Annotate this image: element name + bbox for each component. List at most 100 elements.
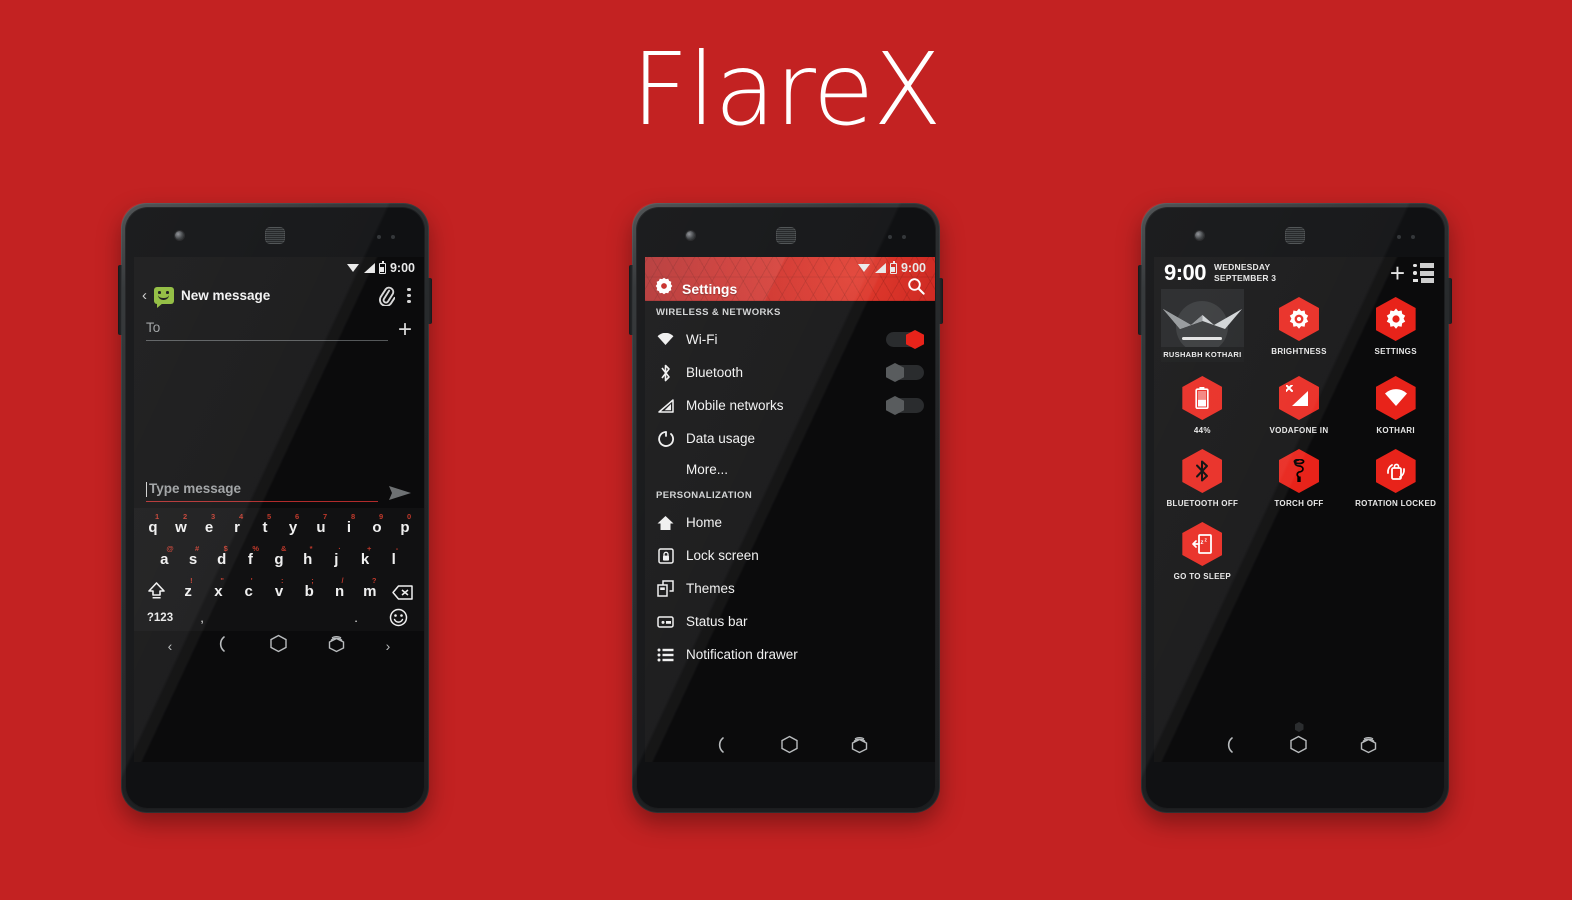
- settings-item-lock-screen[interactable]: Lock screen: [645, 539, 935, 572]
- key-r1-3[interactable]: 4r: [223, 512, 251, 544]
- add-contact-button[interactable]: +: [398, 317, 412, 341]
- phone2-screen: 9:00 Settings WIRELESS & NETWORKS Wi-Fi …: [645, 257, 935, 762]
- add-tile-button[interactable]: +: [1390, 260, 1405, 286]
- section-header: WIRELESS & NETWORKS: [645, 301, 935, 323]
- toggle-wi-fi[interactable]: [886, 330, 924, 349]
- comma-key[interactable]: ,: [181, 610, 223, 625]
- settings-item-more-[interactable]: More...: [645, 455, 935, 484]
- paperclip-icon[interactable]: [377, 286, 395, 306]
- key-r1-9[interactable]: 0p: [391, 512, 419, 544]
- notification-list-icon[interactable]: [1413, 263, 1434, 283]
- wifi-icon: [1375, 376, 1416, 420]
- tile-torch-off[interactable]: TORCH OFF: [1251, 441, 1348, 514]
- on-screen-keyboard[interactable]: 1q2w3e4r5t6y7u8i9o0p @ a # s $ d% f & g * h · j + k - l …: [134, 508, 424, 631]
- key-r1-5[interactable]: 6y: [279, 512, 307, 544]
- user-tile[interactable]: RUSHABH KOTHARI: [1154, 289, 1251, 368]
- power-button[interactable]: [939, 278, 943, 324]
- key-r1-8[interactable]: 9o: [363, 512, 391, 544]
- key-r1-7[interactable]: 8i: [335, 512, 363, 544]
- key-r2-8[interactable]: -l: [379, 544, 408, 576]
- settings-item-themes[interactable]: Themes: [645, 572, 935, 605]
- key-sup: $: [223, 544, 228, 553]
- keyboard-next-button[interactable]: ›: [386, 638, 391, 654]
- signal-icon: [874, 263, 886, 273]
- emoji-icon[interactable]: [377, 608, 419, 627]
- mobile-signal-off-icon: [1278, 376, 1319, 420]
- key-r2-0[interactable]: @ a: [150, 544, 179, 576]
- tile-44-[interactable]: 44%: [1154, 368, 1251, 441]
- back-icon[interactable]: [711, 736, 729, 759]
- key-r3-2[interactable]: ' c: [234, 576, 264, 608]
- key-r2-7[interactable]: + k: [351, 544, 380, 576]
- tile-bluetooth-off[interactable]: BLUETOOTH OFF: [1154, 441, 1251, 514]
- key-r2-4[interactable]: & g: [265, 544, 294, 576]
- power-button[interactable]: [1448, 278, 1452, 324]
- key-r1-4[interactable]: 5t: [251, 512, 279, 544]
- toggle-mobile-networks[interactable]: [886, 396, 924, 415]
- back-icon[interactable]: [1220, 736, 1238, 759]
- tile-vodafone-in[interactable]: VODAFONE IN: [1251, 368, 1348, 441]
- back-button[interactable]: ‹: [142, 288, 147, 303]
- more-vert-icon[interactable]: [402, 288, 416, 303]
- navigation-bar: ‹ ›: [134, 631, 424, 661]
- settings-item-notification-drawer[interactable]: Notification drawer: [645, 638, 935, 671]
- toggle-bluetooth[interactable]: [886, 363, 924, 382]
- power-button[interactable]: [428, 278, 432, 324]
- message-input[interactable]: Type message: [146, 481, 378, 502]
- key-r3-0[interactable]: ! z: [173, 576, 203, 608]
- key-sup: /: [341, 576, 344, 585]
- key-r3-1[interactable]: " x: [203, 576, 233, 608]
- recents-hex-icon[interactable]: [850, 735, 869, 759]
- tile-go-to-sleep[interactable]: z z GO TO SLEEP: [1154, 514, 1251, 587]
- shift-icon[interactable]: [139, 581, 173, 608]
- battery-icon: [889, 260, 897, 274]
- earpiece-speaker: [776, 227, 796, 244]
- status-bar-time: 9:00: [389, 261, 415, 275]
- period-key[interactable]: .: [335, 610, 377, 625]
- keyboard-row-3: ! z " x ' c: v; b / n? m: [139, 576, 419, 608]
- search-icon[interactable]: [907, 277, 925, 300]
- key-r3-4[interactable]: ; b: [294, 576, 324, 608]
- volume-button[interactable]: [629, 265, 633, 335]
- home-hex-icon[interactable]: [1289, 735, 1308, 759]
- wifi-icon: [857, 263, 871, 273]
- key-r1-0[interactable]: 1q: [139, 512, 167, 544]
- recipient-input[interactable]: To: [146, 318, 388, 341]
- settings-item-bluetooth[interactable]: Bluetooth: [645, 356, 935, 389]
- home-hex-icon[interactable]: [269, 634, 288, 658]
- volume-button[interactable]: [118, 265, 122, 335]
- settings-item-wi-fi[interactable]: Wi-Fi: [645, 323, 935, 356]
- key-r2-3[interactable]: % f: [236, 544, 265, 576]
- key-r2-5[interactable]: * h: [293, 544, 322, 576]
- settings-item-data-usage[interactable]: Data usage: [645, 422, 935, 455]
- volume-button[interactable]: [1138, 265, 1142, 335]
- settings-item-label: Notification drawer: [686, 647, 798, 662]
- user-avatar-icon: [1162, 309, 1242, 329]
- key-r2-2[interactable]: $ d: [207, 544, 236, 576]
- key-r1-6[interactable]: 7u: [307, 512, 335, 544]
- tile-rotation-locked[interactable]: ROTATION LOCKED: [1347, 441, 1444, 514]
- tile-settings[interactable]: SETTINGS: [1347, 289, 1444, 368]
- avatar: RUSHABH KOTHARI: [1160, 289, 1244, 362]
- tile-kothari[interactable]: KOTHARI: [1347, 368, 1444, 441]
- recents-hex-icon[interactable]: [327, 634, 346, 658]
- recents-hex-icon[interactable]: [1359, 735, 1378, 759]
- tile-brightness[interactable]: BRIGHTNESS: [1251, 289, 1348, 368]
- send-icon[interactable]: [388, 484, 412, 502]
- key-r1-1[interactable]: 2w: [167, 512, 195, 544]
- symbols-key[interactable]: ?123: [139, 612, 181, 624]
- key-r3-5[interactable]: / n: [324, 576, 354, 608]
- quick-settings-header: 9:00 WEDNESDAY SEPTEMBER 3 +: [1154, 257, 1444, 287]
- settings-item-home[interactable]: Home: [645, 506, 935, 539]
- key-r3-6[interactable]: ? m: [355, 576, 385, 608]
- settings-item-status-bar[interactable]: Status bar: [645, 605, 935, 638]
- key-r2-1[interactable]: # s: [179, 544, 208, 576]
- keyboard-prev-button[interactable]: ‹: [168, 638, 173, 654]
- key-r2-6[interactable]: · j: [322, 544, 351, 576]
- key-r3-3[interactable]: :v: [264, 576, 294, 608]
- key-r1-2[interactable]: 3e: [195, 512, 223, 544]
- settings-item-mobile-networks[interactable]: Mobile networks: [645, 389, 935, 422]
- back-icon[interactable]: [212, 635, 230, 658]
- backspace-icon[interactable]: [385, 585, 419, 608]
- home-hex-icon[interactable]: [780, 735, 799, 759]
